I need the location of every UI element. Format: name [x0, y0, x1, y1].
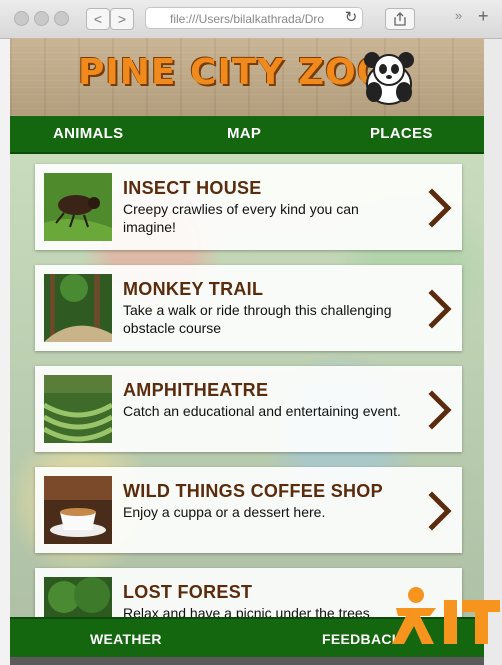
place-description: Creepy crawlies of every kind you can im… [123, 201, 359, 235]
panda-icon [364, 52, 414, 105]
watermark-logo [392, 587, 500, 644]
chevron-right-icon [428, 289, 452, 329]
place-description: Catch an educational and entertaining ev… [123, 403, 401, 419]
reload-icon[interactable]: ↻ [341, 8, 361, 28]
place-title: WILD THINGS COFFEE SHOP [123, 481, 383, 501]
place-card-insect-house[interactable]: INSECT HOUSE Creepy crawlies of every ki… [35, 164, 462, 250]
place-card-monkey-trail[interactable]: MONKEY TRAIL Take a walk or ride through… [35, 265, 462, 351]
address-bar[interactable]: file:///Users/bilalkathrada/Dro [145, 7, 363, 29]
place-title: MONKEY TRAIL [123, 279, 264, 299]
nav-weather[interactable]: WEATHER [90, 631, 162, 647]
amphitheatre-thumbnail [44, 375, 112, 443]
monkey-trail-thumbnail [44, 274, 112, 342]
place-description: Enjoy a cuppa or a dessert here. [123, 504, 326, 520]
chevron-right-icon [428, 188, 452, 228]
insect-thumbnail [44, 173, 112, 241]
page-viewport: PINE CITY ZOO ANIMALS MAP PLACES INSECT … [10, 38, 484, 657]
place-title: AMPHITHEATRE [123, 380, 269, 400]
new-tab-button[interactable]: + [478, 6, 489, 27]
more-tabs-button[interactable]: » [455, 8, 462, 23]
place-description: Relax and have a picnic under the trees [123, 605, 370, 617]
share-button[interactable] [385, 8, 415, 30]
site-logo[interactable]: PINE CITY ZOO [78, 52, 388, 93]
desktop-backdrop-right [484, 30, 502, 665]
chevron-right-icon [428, 491, 452, 531]
place-title: LOST FOREST [123, 582, 253, 602]
close-window-button[interactable] [14, 11, 29, 26]
place-title: INSECT HOUSE [123, 178, 262, 198]
places-list: INSECT HOUSE Creepy crawlies of every ki… [10, 154, 484, 617]
nav-animals[interactable]: ANIMALS [53, 125, 123, 142]
forest-thumbnail [44, 577, 112, 617]
site-header: PINE CITY ZOO [10, 38, 484, 116]
zoom-window-button[interactable] [54, 11, 69, 26]
browser-toolbar: < > file:///Users/bilalkathrada/Dro ↻ » … [0, 0, 502, 39]
place-card-coffee-shop[interactable]: WILD THINGS COFFEE SHOP Enjoy a cuppa or… [35, 467, 462, 553]
share-icon [394, 12, 406, 26]
place-card-amphitheatre[interactable]: AMPHITHEATRE Catch an educational and en… [35, 366, 462, 452]
nav-map[interactable]: MAP [227, 125, 261, 142]
forward-button[interactable]: > [110, 8, 134, 30]
desktop-backdrop-left [0, 0, 10, 665]
nav-places[interactable]: PLACES [370, 125, 433, 142]
top-navigation: ANIMALS MAP PLACES [10, 116, 484, 154]
minimize-window-button[interactable] [34, 11, 49, 26]
coffee-thumbnail [44, 476, 112, 544]
back-button[interactable]: < [86, 8, 110, 30]
chevron-right-icon [428, 390, 452, 430]
place-description: Take a walk or ride through this challen… [123, 302, 392, 336]
